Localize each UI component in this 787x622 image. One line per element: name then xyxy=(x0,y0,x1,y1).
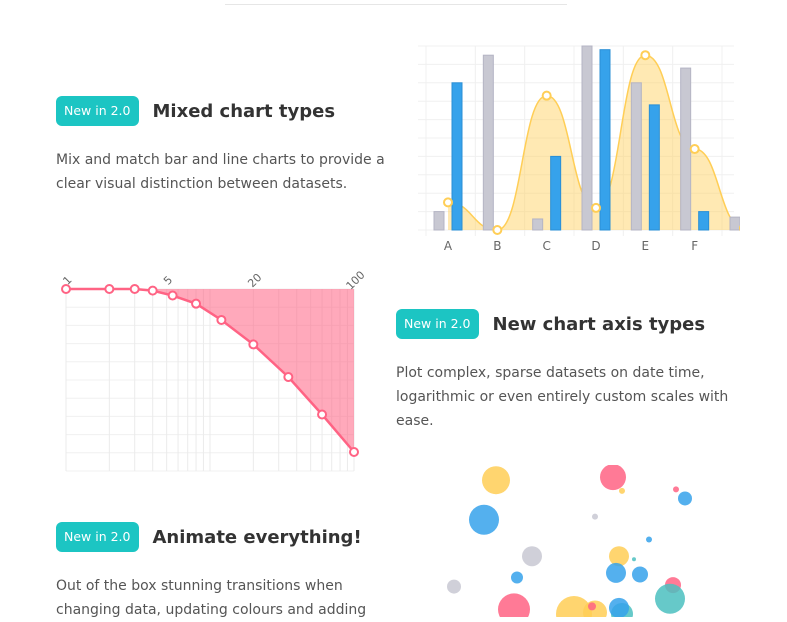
bar-blue xyxy=(599,49,611,231)
description-line: Plot complex, sparse datasets on date ti… xyxy=(396,365,705,381)
description-line: ease. xyxy=(396,413,434,429)
feature-title: Animate everything! xyxy=(152,526,362,548)
bar-grey xyxy=(482,54,494,231)
new-badge: New in 2.0 xyxy=(396,309,479,339)
description-line: changing data, updating colours and addi… xyxy=(56,602,367,618)
line-point xyxy=(317,409,328,420)
feature-description: Plot complex, sparse datasets on date ti… xyxy=(396,361,741,433)
bubble xyxy=(646,536,652,543)
bar-grey xyxy=(532,218,544,231)
line-point xyxy=(283,372,294,383)
bubble-chart xyxy=(447,465,692,617)
new-badge: New in 2.0 xyxy=(56,96,139,126)
x-tick-label: B xyxy=(493,239,501,253)
bubble xyxy=(655,583,685,614)
bubble xyxy=(673,486,679,493)
bubble xyxy=(592,513,598,520)
description-line: Out of the box stunning transitions when xyxy=(56,578,343,594)
bubble xyxy=(498,593,530,617)
line-point xyxy=(541,90,552,101)
x-tick-label: C xyxy=(542,239,550,253)
x-tick-label: 5 xyxy=(161,273,175,287)
bubble xyxy=(606,562,626,583)
bubble xyxy=(469,504,499,535)
mixed-chart: A B C D E F G xyxy=(418,45,740,253)
bubble xyxy=(447,579,461,594)
x-tick-label: G xyxy=(739,239,740,253)
line-point xyxy=(61,284,71,294)
line-point xyxy=(167,290,178,301)
line-point xyxy=(129,284,140,294)
x-tick-label: A xyxy=(444,239,453,253)
bubble xyxy=(482,466,510,495)
x-tick-label: F xyxy=(691,239,698,253)
bar-blue xyxy=(698,211,710,231)
line-point xyxy=(591,202,601,213)
line-point xyxy=(492,225,503,235)
line-point xyxy=(216,314,227,325)
bar-blue xyxy=(451,82,463,231)
description-line: Mix and match bar and line charts to pro… xyxy=(56,152,385,168)
bubble xyxy=(609,597,629,617)
bar-blue xyxy=(550,155,562,231)
line-point xyxy=(147,285,158,296)
bubble xyxy=(511,571,523,584)
line-point xyxy=(104,284,115,294)
x-tick-label: E xyxy=(642,239,650,253)
bubble xyxy=(632,566,648,583)
x-tick-label: 20 xyxy=(245,271,264,290)
bar-grey xyxy=(581,45,593,231)
feature-title: New chart axis types xyxy=(492,313,706,335)
line-point xyxy=(443,197,453,208)
feature-axis-types: New in 2.0 New chart axis types xyxy=(396,309,736,339)
bubble xyxy=(588,602,596,611)
line-point xyxy=(191,298,202,309)
line-point xyxy=(689,144,700,155)
description-line: logarithmic or even entirely custom scal… xyxy=(396,389,729,405)
feature-mixed-charts: New in 2.0 Mixed chart types xyxy=(56,96,386,126)
line-point xyxy=(640,50,651,61)
bubble xyxy=(600,465,626,491)
feature-description: Out of the box stunning transitions when… xyxy=(56,574,391,622)
line-point xyxy=(349,447,359,457)
bar-grey xyxy=(433,211,445,231)
bubble xyxy=(522,546,542,567)
top-divider xyxy=(225,4,567,5)
bar-grey xyxy=(630,82,642,231)
bar-blue xyxy=(648,104,660,231)
feature-title: Mixed chart types xyxy=(152,100,336,122)
new-badge: New in 2.0 xyxy=(56,522,139,552)
bar-grey xyxy=(680,67,692,231)
log-axis-chart: 1 5 20 100 xyxy=(60,269,368,472)
bar-grey xyxy=(729,216,740,231)
feature-animate: New in 2.0 Animate everything! xyxy=(56,522,386,552)
bubble xyxy=(678,491,692,506)
feature-description: Mix and match bar and line charts to pro… xyxy=(56,148,391,196)
line-point xyxy=(248,339,259,350)
description-line: clear visual distinction between dataset… xyxy=(56,176,348,192)
bubble xyxy=(632,557,636,562)
bubble xyxy=(609,546,629,567)
bubble xyxy=(619,487,625,494)
x-tick-label: D xyxy=(591,239,600,253)
